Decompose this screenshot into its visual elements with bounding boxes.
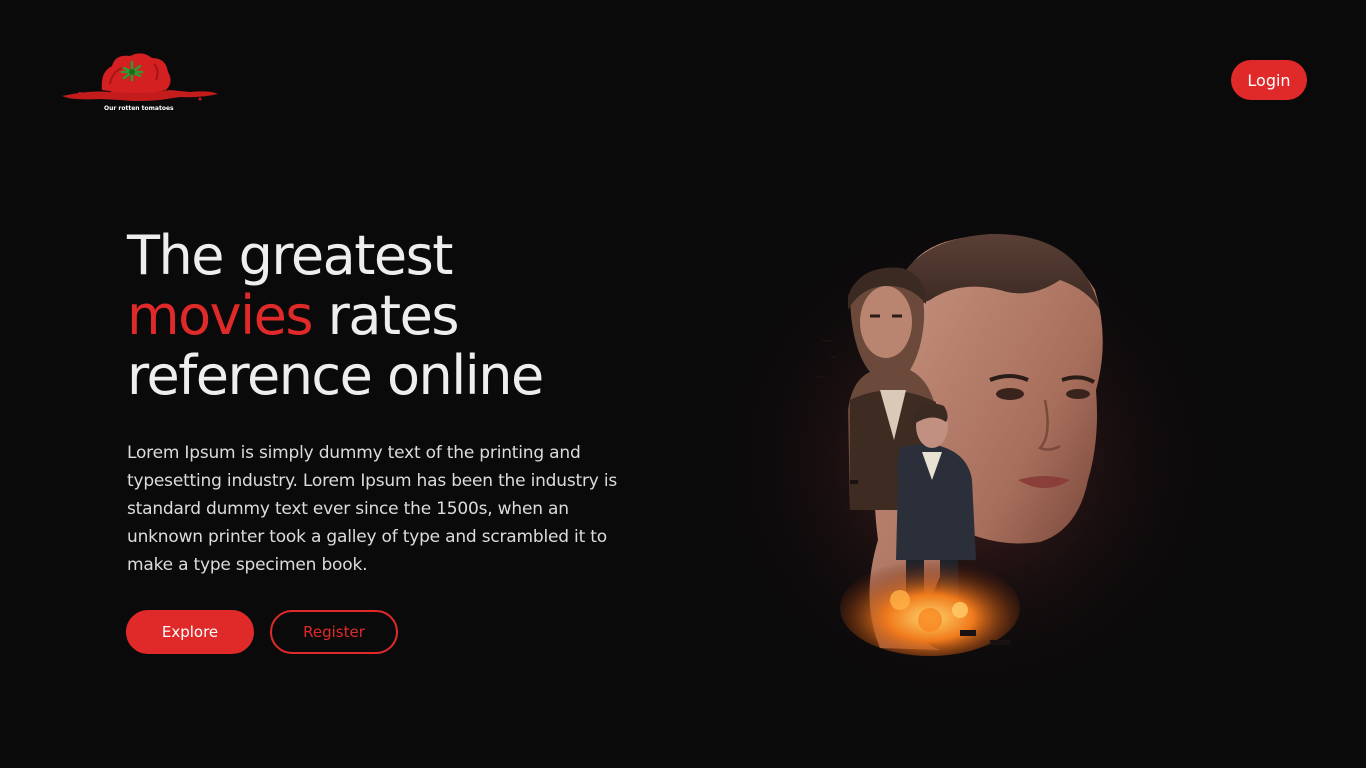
hero-description: Lorem Ipsum is simply dummy text of the … [127, 443, 618, 575]
hero-title-line2: rates [311, 284, 460, 347]
hero-title: The greatest movies rates reference online [127, 226, 667, 406]
hero-title-accent: movies [127, 284, 313, 347]
login-button[interactable]: Login [1231, 60, 1307, 100]
landing-page: Our rotten tomatoes Login The greatest mo… [0, 0, 1366, 768]
hero-title-line1: The greatest [127, 224, 453, 287]
register-button[interactable]: Register [270, 610, 398, 654]
logo-text: Our rotten tomatoes [104, 105, 174, 112]
explore-button[interactable]: Explore [126, 610, 254, 654]
hero-title-line3: reference online [127, 344, 544, 407]
movie-poster-image [710, 200, 1230, 700]
